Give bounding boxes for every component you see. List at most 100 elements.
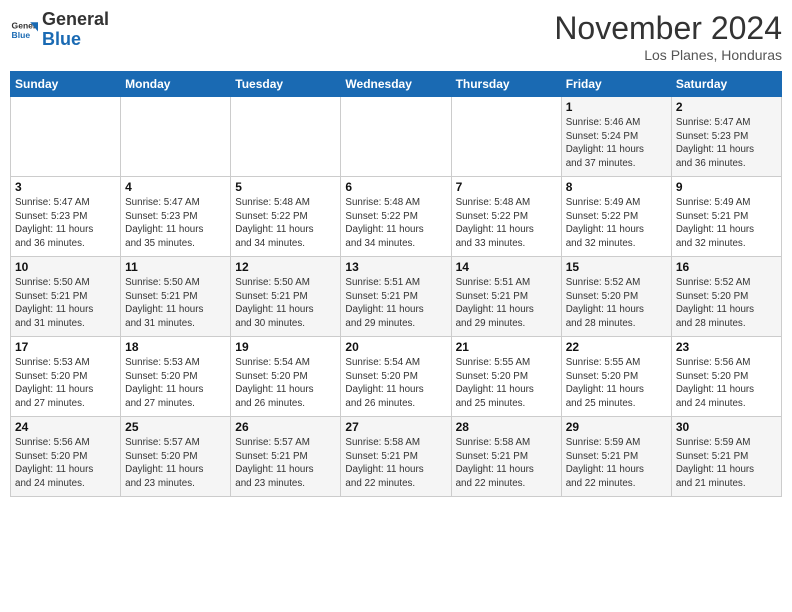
day-info: Sunrise: 5:51 AMSunset: 5:21 PMDaylight:… [345,276,446,331]
day-info: Sunrise: 5:59 AMSunset: 5:21 PMDaylight:… [566,436,667,491]
calendar-cell: 27 Sunrise: 5:58 AMSunset: 5:21 PMDayligh… [341,417,451,497]
day-info: Sunrise: 5:53 AMSunset: 5:20 PMDaylight:… [125,356,226,411]
day-info: Sunrise: 5:50 AMSunset: 5:21 PMDaylight:… [235,276,336,331]
day-info: Sunrise: 5:56 AMSunset: 5:20 PMDaylight:… [15,436,116,491]
calendar-cell: 29Sunrise: 5:59 AMSunset: 5:21 PMDayligh… [561,417,671,497]
calendar-cell: 5Sunrise: 5:48 AMSunset: 5:22 PMDaylight… [231,177,341,257]
weekday-header-saturday: Saturday [671,72,781,97]
calendar-cell [341,97,451,177]
day-info: Sunrise: 5:49 AMSunset: 5:22 PMDaylight:… [566,196,667,251]
day-number: 7 [456,180,557,194]
calendar-cell: 1 Sunrise: 5:46 AMSunset: 5:24 PMDaylight… [561,97,671,177]
day-number: 17 [15,340,116,354]
day-number: 9 [676,180,777,194]
day-info: Sunrise: 5:54 AMSunset: 5:20 PMDaylight:… [345,356,446,411]
calendar-cell: 4 Sunrise: 5:47 AMSunset: 5:23 PMDaylight… [121,177,231,257]
calendar-cell: 3Sunrise: 5:47 AMSunset: 5:23 PMDaylight… [11,177,121,257]
calendar-cell: 21 Sunrise: 5:55 AMSunset: 5:20 PMDayligh… [451,337,561,417]
day-number: 18 [125,340,226,354]
calendar-cell [231,97,341,177]
calendar-cell: 7 Sunrise: 5:48 AMSunset: 5:22 PMDaylight… [451,177,561,257]
calendar-week-5: 24Sunrise: 5:56 AMSunset: 5:20 PMDayligh… [11,417,782,497]
calendar-week-1: 1 Sunrise: 5:46 AMSunset: 5:24 PMDaylight… [11,97,782,177]
calendar-cell: 25Sunrise: 5:57 AMSunset: 5:20 PMDayligh… [121,417,231,497]
calendar-cell: 22 Sunrise: 5:55 AMSunset: 5:20 PMDayligh… [561,337,671,417]
calendar-cell: 24Sunrise: 5:56 AMSunset: 5:20 PMDayligh… [11,417,121,497]
day-info: Sunrise: 5:56 AMSunset: 5:20 PMDaylight:… [676,356,777,411]
day-number: 15 [566,260,667,274]
day-info: Sunrise: 5:55 AMSunset: 5:20 PMDaylight:… [456,356,557,411]
calendar-cell: 8 Sunrise: 5:49 AMSunset: 5:22 PMDaylight… [561,177,671,257]
calendar-cell [121,97,231,177]
calendar-cell: 20 Sunrise: 5:54 AMSunset: 5:20 PMDayligh… [341,337,451,417]
location-subtitle: Los Planes, Honduras [554,47,782,63]
calendar-header: SundayMondayTuesdayWednesdayThursdayFrid… [11,72,782,97]
calendar-cell: 2 Sunrise: 5:47 AMSunset: 5:23 PMDaylight… [671,97,781,177]
day-info: Sunrise: 5:47 AMSunset: 5:23 PMDaylight:… [15,196,116,251]
calendar-table: SundayMondayTuesdayWednesdayThursdayFrid… [10,71,782,497]
weekday-header-thursday: Thursday [451,72,561,97]
day-info: Sunrise: 5:47 AMSunset: 5:23 PMDaylight:… [676,116,777,171]
day-info: Sunrise: 5:49 AMSunset: 5:21 PMDaylight:… [676,196,777,251]
day-number: 21 [456,340,557,354]
calendar-cell [11,97,121,177]
day-number: 10 [15,260,116,274]
calendar-week-4: 17 Sunrise: 5:53 AMSunset: 5:20 PMDayligh… [11,337,782,417]
day-number: 27 [345,420,446,434]
day-info: Sunrise: 5:55 AMSunset: 5:20 PMDaylight:… [566,356,667,411]
day-info: Sunrise: 5:59 AMSunset: 5:21 PMDaylight:… [676,436,777,491]
day-info: Sunrise: 5:47 AMSunset: 5:23 PMDaylight:… [125,196,226,251]
logo-blue-text: Blue [42,29,81,49]
day-info: Sunrise: 5:50 AMSunset: 5:21 PMDaylight:… [15,276,116,331]
calendar-body: 1 Sunrise: 5:46 AMSunset: 5:24 PMDaylight… [11,97,782,497]
calendar-cell: 30Sunrise: 5:59 AMSunset: 5:21 PMDayligh… [671,417,781,497]
calendar-cell: 12 Sunrise: 5:50 AMSunset: 5:21 PMDayligh… [231,257,341,337]
day-number: 22 [566,340,667,354]
day-info: Sunrise: 5:51 AMSunset: 5:21 PMDaylight:… [456,276,557,331]
day-info: Sunrise: 5:58 AMSunset: 5:21 PMDaylight:… [456,436,557,491]
calendar-cell: 18 Sunrise: 5:53 AMSunset: 5:20 PMDayligh… [121,337,231,417]
day-info: Sunrise: 5:53 AMSunset: 5:20 PMDaylight:… [15,356,116,411]
calendar-cell: 26Sunrise: 5:57 AMSunset: 5:21 PMDayligh… [231,417,341,497]
day-number: 1 [566,100,667,114]
day-info: Sunrise: 5:52 AMSunset: 5:20 PMDaylight:… [676,276,777,331]
calendar-cell: 16 Sunrise: 5:52 AMSunset: 5:20 PMDayligh… [671,257,781,337]
day-number: 16 [676,260,777,274]
weekday-header-wednesday: Wednesday [341,72,451,97]
calendar-week-2: 3Sunrise: 5:47 AMSunset: 5:23 PMDaylight… [11,177,782,257]
month-year-title: November 2024 [554,10,782,47]
day-info: Sunrise: 5:52 AMSunset: 5:20 PMDaylight:… [566,276,667,331]
calendar-cell: 14 Sunrise: 5:51 AMSunset: 5:21 PMDayligh… [451,257,561,337]
day-number: 20 [345,340,446,354]
calendar-cell: 9 Sunrise: 5:49 AMSunset: 5:21 PMDaylight… [671,177,781,257]
calendar-cell: 23 Sunrise: 5:56 AMSunset: 5:20 PMDayligh… [671,337,781,417]
calendar-cell: 17 Sunrise: 5:53 AMSunset: 5:20 PMDayligh… [11,337,121,417]
day-number: 8 [566,180,667,194]
page-header: General Blue General Blue November 2024 … [10,10,782,63]
weekday-header-monday: Monday [121,72,231,97]
calendar-cell: 28Sunrise: 5:58 AMSunset: 5:21 PMDayligh… [451,417,561,497]
calendar-cell: 13 Sunrise: 5:51 AMSunset: 5:21 PMDayligh… [341,257,451,337]
day-number: 23 [676,340,777,354]
day-number: 6 [345,180,446,194]
day-info: Sunrise: 5:46 AMSunset: 5:24 PMDaylight:… [566,116,667,171]
day-number: 4 [125,180,226,194]
logo-general-text: General [42,9,109,29]
calendar-cell: 10 Sunrise: 5:50 AMSunset: 5:21 PMDayligh… [11,257,121,337]
day-number: 2 [676,100,777,114]
day-info: Sunrise: 5:48 AMSunset: 5:22 PMDaylight:… [456,196,557,251]
day-info: Sunrise: 5:57 AMSunset: 5:20 PMDaylight:… [125,436,226,491]
calendar-cell: 19 Sunrise: 5:54 AMSunset: 5:20 PMDayligh… [231,337,341,417]
day-number: 5 [235,180,336,194]
day-number: 12 [235,260,336,274]
day-info: Sunrise: 5:54 AMSunset: 5:20 PMDaylight:… [235,356,336,411]
day-number: 14 [456,260,557,274]
weekday-header-tuesday: Tuesday [231,72,341,97]
day-info: Sunrise: 5:58 AMSunset: 5:21 PMDaylight:… [345,436,446,491]
calendar-cell: 15 Sunrise: 5:52 AMSunset: 5:20 PMDayligh… [561,257,671,337]
calendar-cell [451,97,561,177]
svg-text:Blue: Blue [12,30,31,40]
calendar-cell: 11Sunrise: 5:50 AMSunset: 5:21 PMDayligh… [121,257,231,337]
day-number: 13 [345,260,446,274]
day-number: 19 [235,340,336,354]
